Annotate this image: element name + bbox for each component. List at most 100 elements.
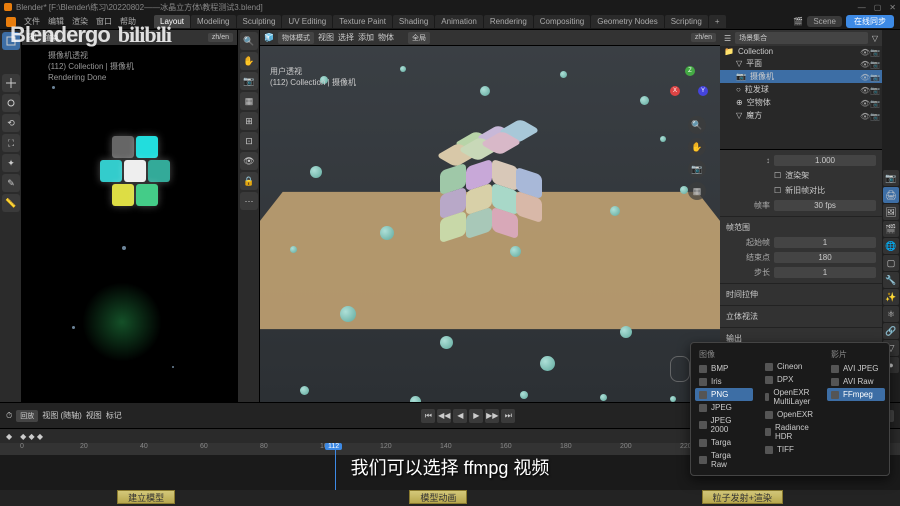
view-icon[interactable]: 👁	[240, 152, 258, 170]
min-button[interactable]: —	[858, 3, 866, 12]
tree-item-魔方[interactable]: ▽魔方👁📷	[720, 109, 882, 122]
tl-view[interactable]: 视图 (随轴)	[42, 410, 82, 421]
format-openexr-multilayer[interactable]: OpenEXR MultiLayer	[761, 386, 819, 408]
select-tool-icon[interactable]	[2, 94, 20, 112]
workspace-tab-geometry nodes[interactable]: Geometry Nodes	[591, 15, 663, 28]
tab-world[interactable]: 🌐	[883, 238, 899, 254]
ortho-icon[interactable]: ⊡	[240, 132, 258, 150]
workspace-tab-+[interactable]: +	[709, 15, 726, 28]
workspace-tab-shading[interactable]: Shading	[393, 15, 434, 28]
workspace-tab-scripting[interactable]: Scripting	[665, 15, 708, 28]
jump-end-icon[interactable]: ⏭	[501, 409, 515, 423]
tab-constraint[interactable]: 🔗	[883, 323, 899, 339]
format-jpeg-2000[interactable]: JPEG 2000	[695, 414, 753, 436]
outliner-icon[interactable]: ☰	[724, 34, 731, 43]
format-targa[interactable]: Targa	[695, 436, 753, 449]
grid-icon[interactable]: ▦	[240, 92, 258, 110]
workspace-tab-rendering[interactable]: Rendering	[484, 15, 533, 28]
tab-physics[interactable]: ⚛	[883, 306, 899, 322]
format-png[interactable]: PNG	[695, 388, 753, 401]
dope-icon[interactable]: ◆	[6, 432, 12, 441]
tab-output[interactable]: 🖨	[883, 187, 899, 203]
workspace-tab-compositing[interactable]: Compositing	[534, 15, 590, 28]
frame-end[interactable]: 180	[774, 252, 876, 263]
stereo-hdr[interactable]: 立体视法	[726, 309, 876, 324]
vp-lang[interactable]: zh/en	[691, 33, 716, 42]
scale-value[interactable]: 1.000	[774, 155, 876, 166]
prev-key-icon[interactable]: ◀◀	[437, 409, 451, 423]
tab-viewlayer[interactable]: 🖼	[883, 204, 899, 220]
vp-menu-object[interactable]: 物体	[378, 32, 394, 43]
play-rev-icon[interactable]: ◀	[453, 409, 467, 423]
workspace-tab-sculpting[interactable]: Sculpting	[237, 15, 282, 28]
frame-range-hdr[interactable]: 帧范围	[726, 220, 876, 235]
editor-type-3d-icon[interactable]: 🧊	[264, 33, 274, 42]
nav-zoom-icon[interactable]: 🔍	[688, 116, 706, 134]
close-button[interactable]: ✕	[889, 3, 896, 12]
vp-menu-view[interactable]: 视图	[318, 32, 334, 43]
workspace-tab-animation[interactable]: Animation	[435, 15, 483, 28]
format-ffmpeg[interactable]: FFmpeg	[827, 388, 885, 401]
nav-gizmo[interactable]: Z X Y	[670, 66, 710, 106]
menu-render[interactable]: 渲染	[72, 16, 88, 27]
render-viewport[interactable]	[22, 46, 237, 402]
tab-scene[interactable]: 🎬	[883, 221, 899, 237]
workspace-tab-uv editing[interactable]: UV Editing	[282, 15, 332, 28]
format-jpeg[interactable]: JPEG	[695, 401, 753, 414]
format-targa-raw[interactable]: Targa Raw	[695, 449, 753, 471]
nav-camera-icon[interactable]: 📷	[688, 160, 706, 178]
format-avi-jpeg[interactable]: AVI JPEG	[827, 362, 885, 375]
filter-icon[interactable]: ▽	[872, 34, 878, 43]
measure-tool-icon[interactable]: 📏	[2, 194, 20, 212]
format-bmp[interactable]: BMP	[695, 362, 753, 375]
lang-btn[interactable]: zh/en	[208, 33, 233, 42]
workspace-tab-texture paint[interactable]: Texture Paint	[333, 15, 392, 28]
format-openexr[interactable]: OpenEXR	[761, 408, 819, 421]
frame-step[interactable]: 1	[774, 267, 876, 278]
menu-help[interactable]: 帮助	[120, 16, 136, 27]
tree-item-摄像机[interactable]: 📷摄像机👁📷	[720, 70, 882, 83]
more-icon[interactable]: ⋯	[240, 192, 258, 210]
render-arch-check[interactable]: 渲染架	[785, 170, 809, 181]
render-tool-1[interactable]	[2, 32, 20, 50]
format-cineon[interactable]: Cineon	[761, 360, 819, 373]
workspace-tab-layout[interactable]: Layout	[154, 15, 190, 28]
max-button[interactable]: ▢	[874, 3, 882, 12]
play-icon[interactable]: ▶	[469, 409, 483, 423]
tree-item-平面[interactable]: ▽平面👁📷	[720, 57, 882, 70]
fps-value[interactable]: 30 fps	[774, 200, 876, 211]
jump-start-icon[interactable]: ⏮	[421, 409, 435, 423]
menu-window[interactable]: 窗口	[96, 16, 112, 27]
format-dpx[interactable]: DPX	[761, 373, 819, 386]
cloud-sync-button[interactable]: 在线同步	[846, 15, 894, 28]
tab-modifier[interactable]: 🔧	[883, 272, 899, 288]
nav-ortho-icon[interactable]: ▦	[688, 182, 706, 200]
format-avi-raw[interactable]: AVI Raw	[827, 375, 885, 388]
transform-tool-icon[interactable]: ✦	[2, 154, 20, 172]
format-tiff[interactable]: TIFF	[761, 443, 819, 456]
timeline-editor-icon[interactable]: ⏱	[6, 411, 12, 421]
render-dd[interactable]: 渲染	[40, 32, 62, 44]
mode-dropdown[interactable]: 物体模式	[278, 32, 314, 44]
time-stretch-hdr[interactable]: 时间拉伸	[726, 287, 876, 302]
lock-icon[interactable]: 🔒	[240, 172, 258, 190]
menu-edit[interactable]: 编辑	[48, 16, 64, 27]
format-radiance-hdr[interactable]: Radiance HDR	[761, 421, 819, 443]
move-tool-icon[interactable]	[2, 74, 20, 92]
tab-render[interactable]: 📷	[883, 170, 899, 186]
vp-menu-select[interactable]: 选择	[338, 32, 354, 43]
toggle-icon[interactable]: ⊞	[240, 112, 258, 130]
tl-mk[interactable]: 视图	[86, 410, 102, 421]
rotate-tool-icon[interactable]: ⟲	[2, 114, 20, 132]
tree-item-粒发球[interactable]: ○粒发球👁📷	[720, 83, 882, 96]
playback-dd[interactable]: 回放	[16, 410, 38, 422]
nav-pan-icon[interactable]: ✋	[688, 138, 706, 156]
annotate-tool-icon[interactable]: ✎	[2, 174, 20, 192]
scale-tool-icon[interactable]: ⛶	[2, 134, 20, 152]
format-iris[interactable]: Iris	[695, 375, 753, 388]
scene-dropdown[interactable]: Scene	[807, 16, 842, 27]
menu-file[interactable]: 文件	[24, 16, 40, 27]
frame-start[interactable]: 1	[774, 237, 876, 248]
tree-item-Collection[interactable]: 📁Collection👁📷	[720, 46, 882, 57]
global-dropdown[interactable]: 全局	[408, 32, 430, 44]
